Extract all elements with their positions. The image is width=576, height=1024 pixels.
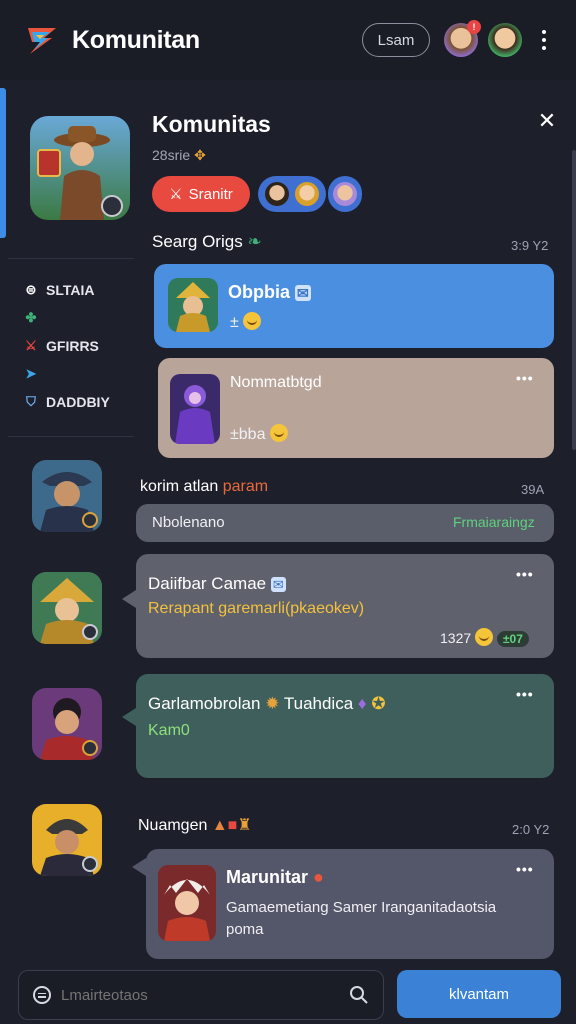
sidebar-item-label: GFIRRS	[46, 338, 99, 354]
post-meta: 1327 ±07	[440, 628, 529, 647]
member-avatars[interactable]	[258, 176, 326, 212]
clover-icon: ✤	[25, 310, 37, 325]
card-title: Nommatbtgd	[230, 374, 322, 391]
divider	[8, 258, 134, 259]
shield-icon: ⛉	[26, 394, 36, 409]
sidebar-item-label: DADDBIY	[46, 394, 110, 410]
menu-icon[interactable]	[33, 986, 51, 1004]
close-button[interactable]: ✕	[532, 106, 562, 136]
more-options-icon[interactable]: •••	[516, 566, 534, 582]
sword-icon: ⚔	[25, 338, 37, 353]
card-avatar	[158, 865, 216, 941]
active-indicator	[0, 88, 6, 238]
post-header: Nuamgen ▲■♜	[138, 817, 252, 834]
card-text: ±bba	[230, 424, 288, 444]
search-bar[interactable]	[18, 970, 384, 1020]
app-name: Komunitan	[72, 25, 200, 54]
bubble-tail	[122, 708, 136, 726]
search-icon[interactable]	[349, 985, 369, 1005]
trophy-icon: ♜	[237, 817, 252, 834]
smile-emoji-icon	[269, 424, 288, 442]
post-card-marunitar[interactable]: Marunitar ● Gamaemetiang Samer Iranganit…	[146, 849, 554, 959]
card-title: Obpbia ✉	[228, 282, 311, 302]
user-avatar[interactable]: !	[444, 20, 481, 57]
join-button[interactable]: ⚔ Sranitr	[152, 176, 250, 212]
card-text: ±	[230, 312, 262, 332]
member-avatar	[295, 182, 319, 206]
gift-icon: ■	[227, 817, 238, 834]
section-title: Searg Origs ❧	[152, 232, 262, 251]
login-button[interactable]: Lsam	[362, 23, 430, 57]
post-time: 39A	[521, 482, 545, 497]
post-tag: Frmaiaraingz	[453, 514, 535, 530]
points-badge: ±07	[496, 631, 529, 647]
friend-avatar[interactable]	[488, 23, 522, 57]
medal-icon: ✪	[371, 694, 386, 713]
post-text: Gamaemetiang Samer Iranganitadaotsia pom…	[226, 899, 497, 938]
sidebar-item-arrow[interactable]: ➤	[24, 360, 134, 388]
post-title: Marunitar ●	[226, 867, 324, 887]
more-options-icon[interactable]: •••	[516, 861, 534, 877]
gem-icon: ✥	[194, 147, 206, 163]
sidebar: ⊜ SLTAIA ✤ ⚔ GFIRRS ➤ ⛉ DADDBIY	[24, 276, 134, 416]
sidebar-item-label: SLTAIA	[46, 282, 95, 298]
community-game-thumbnail[interactable]	[30, 116, 130, 220]
app-logo-icon	[28, 28, 56, 54]
member-count: 28srie	[152, 147, 191, 163]
top-bar: Komunitan Lsam !	[0, 0, 576, 80]
sidebar-item-sltaia[interactable]: ⊜ SLTAIA	[24, 276, 134, 304]
community-title: Komunitas	[152, 111, 271, 137]
card-avatar	[170, 374, 220, 444]
post-card-garlamobrolan[interactable]: Garlamobrolan ✹ Tuahdica ♦ ✪ Kam0 •••	[136, 674, 554, 778]
member-avatar	[333, 182, 357, 206]
mail-icon: ✉	[270, 577, 286, 592]
coin-icon: ⊜	[25, 282, 37, 297]
feed-card-obpbia[interactable]: Obpbia ✉ ±	[154, 264, 554, 348]
bomb-icon: ✹	[265, 694, 280, 713]
card-avatar	[168, 278, 218, 332]
post-author-avatar[interactable]	[32, 804, 102, 876]
more-options-icon[interactable]: •••	[516, 370, 534, 386]
member-avatars-more[interactable]	[328, 176, 362, 212]
post-author: korim atlan param	[140, 478, 269, 495]
mail-icon: ✉	[295, 285, 311, 301]
fire-badge-icon: ●	[313, 867, 324, 887]
arrow-icon: ➤	[25, 366, 37, 381]
search-input[interactable]	[61, 986, 339, 1004]
post-author-avatar[interactable]	[32, 572, 102, 644]
post-body[interactable]: Nbolenano Frmaiaraingz	[136, 504, 554, 542]
sidebar-item-clover[interactable]: ✤	[24, 304, 134, 332]
post-text: Nbolenano	[152, 514, 225, 531]
post-card-daiifbar[interactable]: Daiifbar Camae ✉ Rerapant garemarli(pkae…	[136, 554, 554, 658]
member-avatar	[265, 182, 289, 206]
send-button[interactable]: klvantam	[397, 970, 561, 1018]
more-menu-icon[interactable]	[532, 23, 556, 57]
sidebar-item-daddbiy[interactable]: ⛉ DADDBIY	[24, 388, 134, 416]
fire-icon: ▲	[211, 817, 228, 834]
post-title: Daiifbar Camae ✉	[148, 574, 286, 593]
gem-icon: ♦	[357, 694, 367, 713]
feed-card-nommatbtgd[interactable]: Nommatbtgd ••• ±bba	[158, 358, 554, 458]
bubble-tail	[132, 858, 146, 876]
sidebar-item-gfirrs[interactable]: ⚔ GFIRRS	[24, 332, 134, 360]
bubble-tail	[122, 590, 136, 608]
more-options-icon[interactable]: •••	[516, 686, 534, 702]
community-subtitle: 28srie ✥	[152, 147, 206, 164]
post-author-avatar[interactable]	[32, 688, 102, 760]
post-title: Garlamobrolan ✹ Tuahdica ♦ ✪	[148, 694, 386, 713]
brand[interactable]: Komunitan	[22, 20, 200, 60]
section-time: 3:9 Y2	[511, 238, 549, 253]
smile-emoji-icon	[243, 312, 262, 330]
scrollbar[interactable]	[572, 150, 576, 450]
leaf-icon: ❧	[247, 232, 262, 251]
post-text: Rerapant garemarli(pkaeokev)	[148, 600, 365, 617]
post-time: 2:0 Y2	[512, 822, 550, 837]
post-text: Kam0	[148, 722, 190, 739]
post-author-avatar[interactable]	[32, 460, 102, 532]
swords-icon: ⚔	[169, 186, 183, 203]
notification-badge: !	[467, 20, 481, 34]
smile-emoji-icon	[475, 628, 494, 646]
divider	[8, 436, 134, 437]
join-label: Sranitr	[188, 185, 233, 203]
